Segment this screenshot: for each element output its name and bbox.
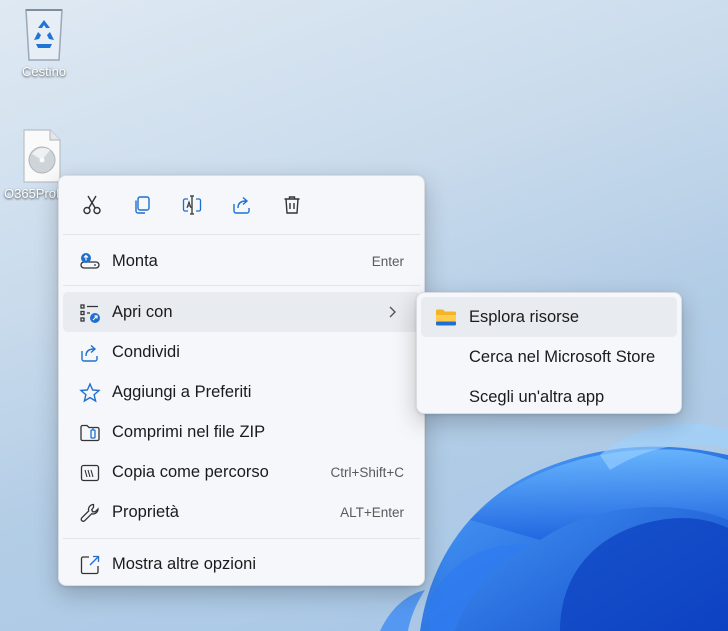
menu-item-label: Comprimi nel file ZIP — [112, 422, 266, 441]
folder-icon — [436, 309, 456, 326]
zip-folder-icon — [80, 424, 100, 442]
disc-image-label: O365ProPlus — [4, 186, 64, 201]
menu-item-label: Proprietà — [112, 502, 179, 521]
recycle-bin-desktop-icon[interactable]: Cestino — [9, 4, 79, 79]
menu-item-label: Apri con — [112, 302, 173, 321]
submenu-item-label: Esplora risorse — [469, 307, 580, 326]
share-icon — [81, 344, 98, 362]
copy-button[interactable] — [117, 184, 167, 226]
copy-icon — [135, 196, 150, 214]
delete-button[interactable] — [267, 184, 317, 226]
submenu-item-scegli-app[interactable]: Scegli un'altra app — [421, 377, 677, 417]
cut-button[interactable] — [67, 184, 117, 226]
recycle-bin-label: Cestino — [21, 64, 67, 79]
menu-item-aggiungi-preferiti[interactable]: Aggiungi a Preferiti — [63, 372, 420, 412]
menu-item-proprieta[interactable]: Proprietà ALT+Enter — [63, 492, 420, 532]
menu-item-altre-opzioni[interactable]: Mostra altre opzioni — [63, 544, 420, 584]
chevron-right-icon — [389, 306, 396, 318]
shortcut-label: Enter — [371, 253, 404, 269]
menu-item-comprimi-zip[interactable]: Comprimi nel file ZIP — [63, 412, 420, 452]
menu-item-label: Monta — [112, 251, 158, 270]
menu-item-condividi[interactable]: Condividi — [63, 332, 420, 372]
submenu-item-esplora-risorse[interactable]: Esplora risorse — [421, 297, 677, 337]
wrench-icon — [80, 503, 99, 522]
context-menu-toolbar — [59, 176, 424, 234]
star-icon — [79, 382, 101, 403]
menu-item-label: Mostra altre opzioni — [112, 554, 256, 573]
rename-button[interactable] — [167, 184, 217, 226]
recycle-bin-icon — [25, 9, 63, 61]
menu-item-label: Condividi — [112, 342, 180, 361]
more-options-icon — [80, 555, 100, 575]
copy-path-icon — [80, 464, 100, 482]
menu-item-apri-con[interactable]: Apri con — [63, 292, 420, 332]
share-icon — [233, 196, 250, 214]
shortcut-label: Ctrl+Shift+C — [330, 464, 404, 480]
share-button[interactable] — [217, 184, 267, 226]
delete-icon — [284, 196, 300, 214]
menu-item-label: Copia come percorso — [112, 462, 269, 481]
disc-image-desktop-icon[interactable]: O365ProPlus — [0, 128, 64, 201]
disc-image-file-icon — [23, 129, 61, 183]
rename-icon — [182, 195, 202, 215]
open-with-submenu: Esplora risorse Cerca nel Microsoft Stor… — [416, 292, 682, 414]
context-menu: Monta Enter Apri con Condividi Aggiungi … — [58, 175, 425, 586]
cut-icon — [83, 195, 101, 215]
submenu-item-cerca-store[interactable]: Cerca nel Microsoft Store — [421, 337, 677, 377]
open-with-icon — [80, 304, 100, 323]
submenu-item-label: Cerca nel Microsoft Store — [469, 347, 656, 366]
mount-icon — [80, 253, 100, 269]
menu-item-label: Aggiungi a Preferiti — [112, 382, 252, 401]
shortcut-label: ALT+Enter — [340, 504, 404, 520]
menu-item-monta[interactable]: Monta Enter — [63, 241, 420, 281]
submenu-item-label: Scegli un'altra app — [469, 387, 605, 406]
menu-item-copia-percorso[interactable]: Copia come percorso Ctrl+Shift+C — [63, 452, 420, 492]
